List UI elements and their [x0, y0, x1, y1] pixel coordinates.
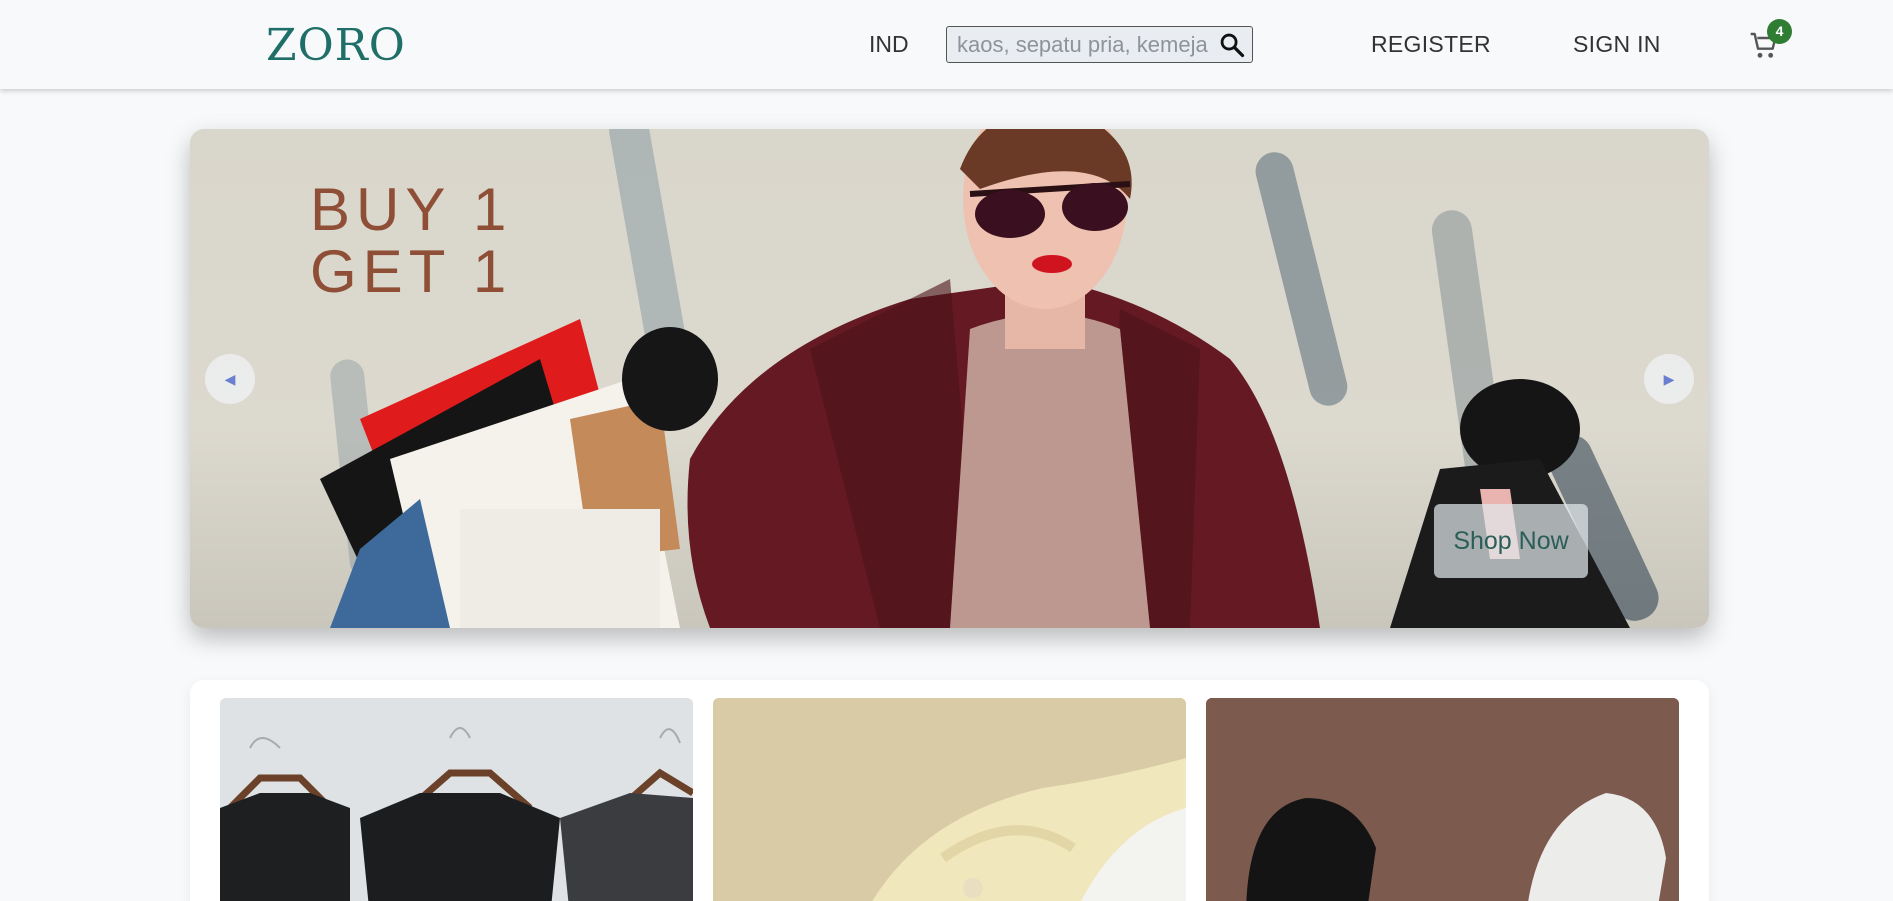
hero-title-line-1: BUY 1 [310, 176, 513, 243]
black-white-hoodies-photo [1206, 698, 1679, 901]
hero-next-button[interactable]: ▶ [1644, 354, 1694, 404]
hero-promo-title: BUY 1 GET 1 [310, 179, 512, 303]
category-card[interactable] [713, 698, 1186, 901]
top-header: ZORO IND REGISTER SIGN IN 4 [0, 0, 1893, 89]
zoro-logo[interactable]: ZORO [266, 18, 406, 74]
language-selector[interactable]: IND [869, 31, 909, 58]
hero-title-line-2: GET 1 [310, 238, 513, 305]
search-bar [946, 26, 1253, 63]
hero-banner: BUY 1 GET 1 ◀ ▶ Shop Now [190, 129, 1709, 628]
register-link[interactable]: REGISTER [1371, 31, 1491, 58]
yellow-white-shirts-photo [713, 698, 1186, 901]
hero-prev-button[interactable]: ◀ [205, 354, 255, 404]
chevron-left-icon: ◀ [224, 370, 236, 387]
search-icon[interactable] [1218, 31, 1246, 59]
shop-now-button[interactable]: Shop Now [1434, 504, 1588, 578]
chevron-right-icon: ▶ [1663, 370, 1675, 387]
cart-count-badge: 4 [1767, 19, 1792, 44]
category-card[interactable] [1206, 698, 1679, 901]
black-tshirts-on-hangers-photo [220, 698, 693, 901]
search-input[interactable] [947, 27, 1212, 62]
sign-in-link[interactable]: SIGN IN [1573, 31, 1661, 58]
category-card[interactable] [220, 698, 693, 901]
